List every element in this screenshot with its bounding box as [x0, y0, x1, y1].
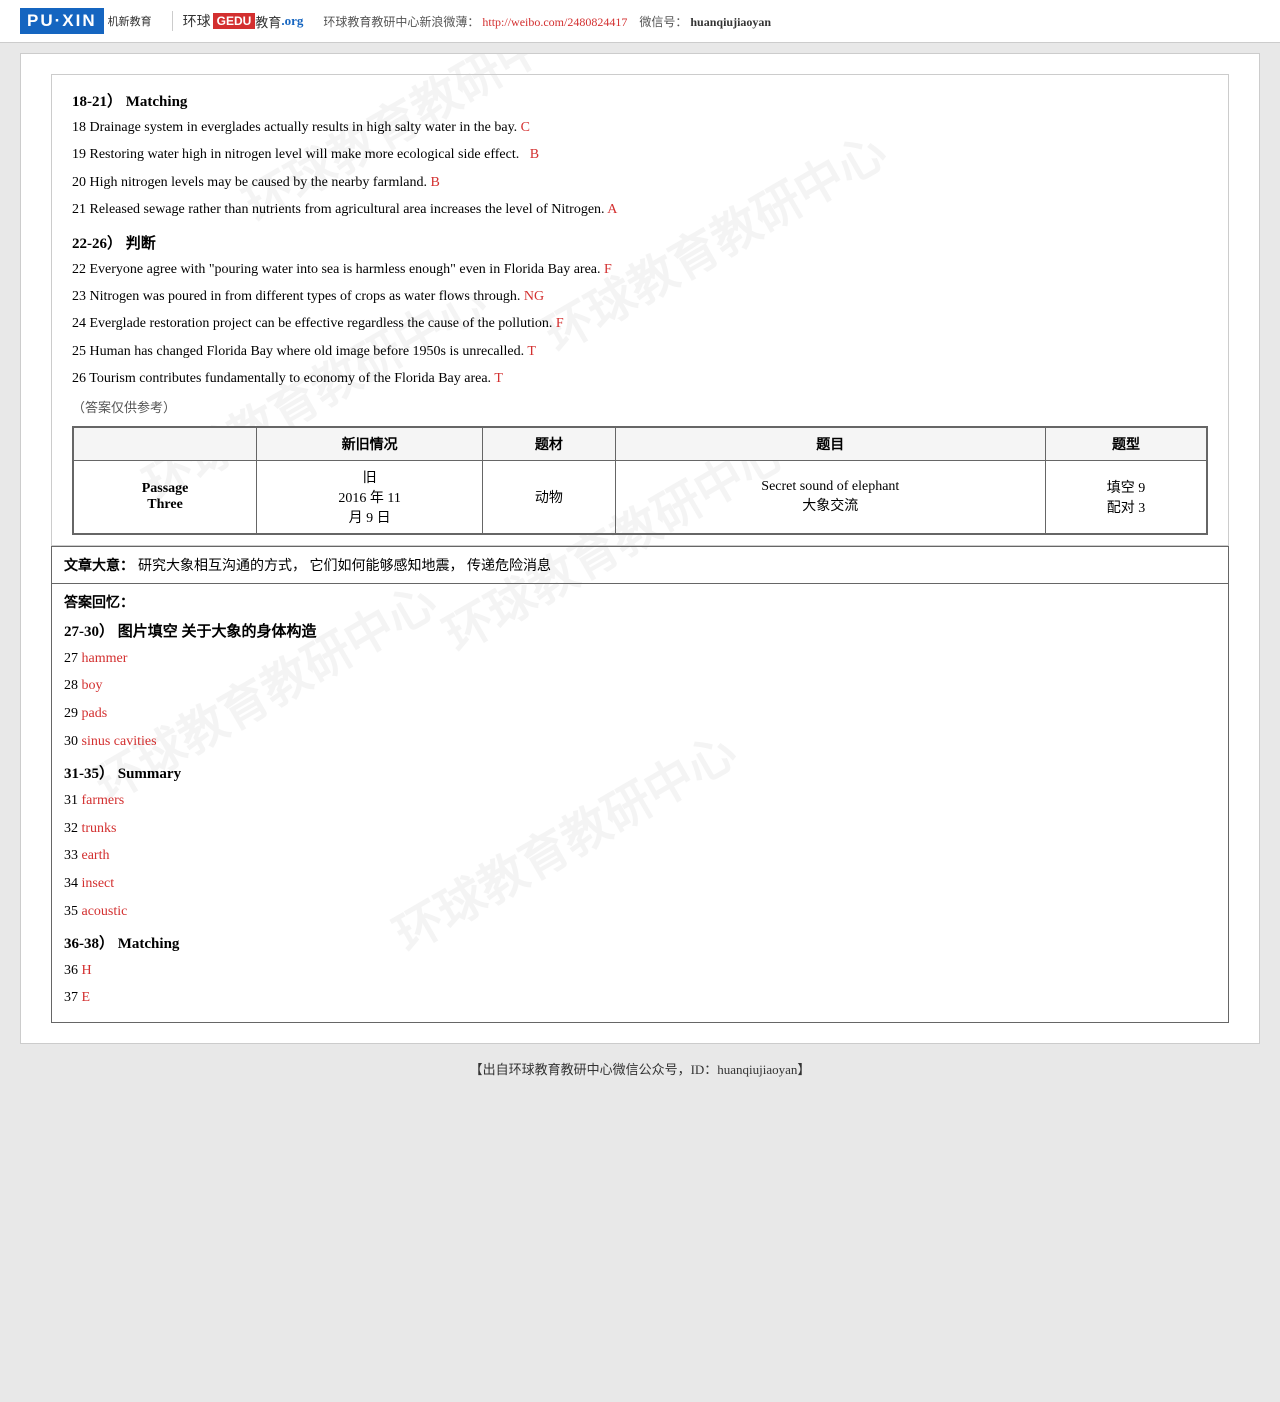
heading-2226: 22-26） 判断	[72, 232, 1208, 253]
header: PU·XIN 机新教育 环球 GEDU 教育 .org 环球教育教研中心新浪微薄…	[0, 0, 1280, 43]
answer-31: 31 farmers	[64, 789, 1216, 813]
answer-29: 29 pads	[64, 702, 1216, 726]
question-26: 26 Tourism contributes fundamentally to …	[72, 368, 1208, 390]
sub-heading-3135: 31-35） Summary	[64, 762, 1216, 783]
article-summary: 文章大意： 研究大象相互沟通的方式， 它们如何能够感知地震， 传递危险消息	[51, 546, 1229, 584]
page-wrapper: PU·XIN 机新教育 环球 GEDU 教育 .org 环球教育教研中心新浪微薄…	[0, 0, 1280, 1088]
table-header-col4: 题型	[1045, 427, 1206, 460]
answer-33: 33 earth	[64, 844, 1216, 868]
huanqiu-text: 环球	[183, 11, 211, 31]
table-header-col1: 新旧情况	[257, 427, 483, 460]
table-cell-topic: 动物	[483, 460, 616, 533]
answer-35: 35 acoustic	[64, 900, 1216, 924]
sub-heading-2730: 27-30） 图片填空 关于大象的身体构造	[64, 620, 1216, 641]
table-cell-date: 旧2016 年 11月 9 日	[257, 460, 483, 533]
puxin-logo-text: PU·XIN	[20, 8, 104, 34]
content-area: 18-21） Matching 18 Drainage system in ev…	[51, 74, 1229, 1023]
passage-info-table-wrapper: 新旧情况 题材 题目 题型 PassageThree 旧2016 年 11月 9…	[72, 426, 1208, 535]
question-23: 23 Nitrogen was poured in from different…	[72, 286, 1208, 308]
upper-questions-section: 18-21） Matching 18 Drainage system in ev…	[51, 74, 1229, 546]
sub-heading-3638: 36-38） Matching	[64, 932, 1216, 953]
logo-huanqiu: 环球 GEDU 教育 .org	[172, 11, 304, 31]
question-20: 20 High nitrogen levels may be caused by…	[72, 172, 1208, 194]
weixin-id: huanqiujiaoyan	[690, 15, 771, 29]
passage-info-table: 新旧情况 题材 题目 题型 PassageThree 旧2016 年 11月 9…	[73, 427, 1207, 534]
question-19: 19 Restoring water high in nitrogen leve…	[72, 144, 1208, 166]
table-header-col3: 题目	[615, 427, 1045, 460]
answer-note: （答案仅供参考）	[72, 397, 1208, 416]
question-21: 21 Released sewage rather than nutrients…	[72, 199, 1208, 221]
answer-36: 36 H	[64, 959, 1216, 983]
footer-text: 【出自环球教育教研中心微信公众号，ID：huanqiujiaoyan】	[470, 1062, 811, 1077]
answer-34: 34 insect	[64, 872, 1216, 896]
question-18: 18 Drainage system in everglades actuall…	[72, 117, 1208, 139]
summary-heading: 文章大意：	[64, 559, 134, 574]
logo-puxin: PU·XIN 机新教育	[20, 8, 152, 34]
table-header-col2: 题材	[483, 427, 616, 460]
heading-1821: 18-21） Matching	[72, 90, 1208, 111]
question-25: 25 Human has changed Florida Bay where o…	[72, 341, 1208, 363]
table-header-blank	[74, 427, 257, 460]
answer-37: 37 E	[64, 986, 1216, 1010]
answers-heading: 答案回忆：	[64, 592, 1216, 612]
question-24: 24 Everglade restoration project can be …	[72, 313, 1208, 335]
main-content: 环球教育教研中心 环球教育教研中心 环球教育教研中心 环球教育教研中心 环球教育…	[20, 53, 1260, 1044]
answer-27: 27 hammer	[64, 647, 1216, 671]
answer-30: 30 sinus cavities	[64, 730, 1216, 754]
passage-label: PassageThree	[74, 460, 257, 533]
org-text: .org	[281, 13, 303, 29]
weixin-label: 微信号：	[639, 15, 687, 29]
answers-section: 答案回忆： 27-30） 图片填空 关于大象的身体构造 27 hammer 28…	[51, 584, 1229, 1024]
jiaoyu-text: 教育	[255, 12, 281, 31]
weibo-url: http://weibo.com/2480824417	[482, 15, 627, 29]
table-cell-type: 填空 9配对 3	[1045, 460, 1206, 533]
table-cell-title: Secret sound of elephant大象交流	[615, 460, 1045, 533]
header-weibo: 环球教育教研中心新浪微薄： http://weibo.com/248082441…	[323, 13, 771, 30]
answer-28: 28 boy	[64, 674, 1216, 698]
footer: 【出自环球教育教研中心微信公众号，ID：huanqiujiaoyan】	[0, 1059, 1280, 1078]
puxin-subtext: 机新教育	[108, 13, 152, 29]
summary-text: 研究大象相互沟通的方式， 它们如何能够感知地震， 传递危险消息	[138, 559, 551, 574]
weibo-label: 环球教育教研中心新浪微薄：	[323, 15, 479, 29]
gedu-badge: GEDU	[213, 13, 256, 29]
answer-32: 32 trunks	[64, 817, 1216, 841]
question-22: 22 Everyone agree with "pouring water in…	[72, 259, 1208, 281]
